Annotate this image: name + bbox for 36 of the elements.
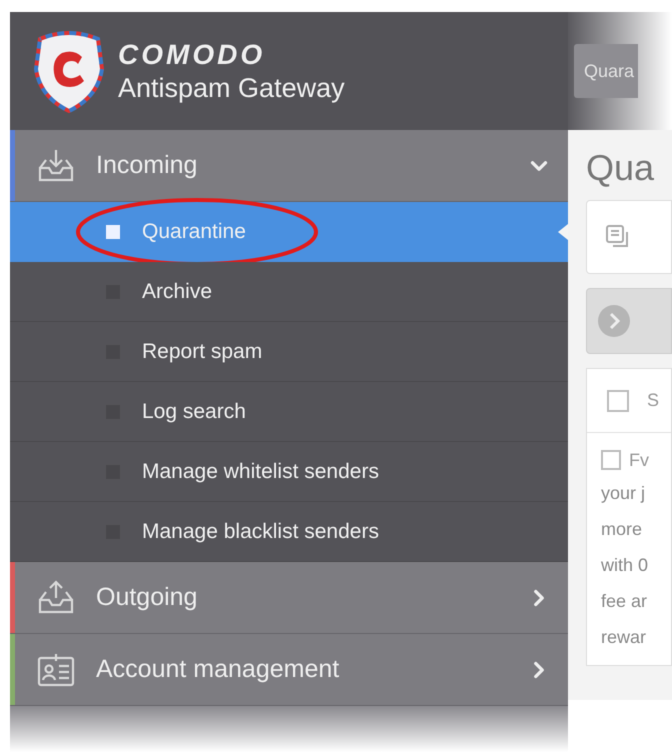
inbox-upload-icon: [36, 580, 76, 616]
inbox-download-icon: [36, 148, 76, 184]
item-text-line: with 0: [601, 554, 650, 577]
item-text-line: rewar: [601, 626, 648, 649]
item-checkbox[interactable]: [601, 450, 621, 470]
nav-subitem-label: Archive: [142, 278, 212, 305]
item-title: Fv: [629, 448, 649, 472]
contact-card-icon: [36, 652, 76, 688]
nav-subitem[interactable]: Report spam: [10, 322, 568, 382]
select-all-label: S: [647, 389, 660, 412]
item-text-line: your j: [601, 482, 646, 505]
nav-group-label: Outgoing: [96, 582, 198, 613]
item-text-line: fee ar: [601, 590, 648, 613]
copy-icon: [605, 224, 631, 250]
brand-name: COMODO: [118, 38, 266, 72]
nav-group-label: Account management: [96, 654, 340, 685]
bullet-square-icon: [106, 225, 120, 239]
select-all-checkbox[interactable]: [607, 390, 629, 412]
product-name: Antispam Gateway: [118, 72, 345, 105]
nav-group-label: Incoming: [96, 150, 198, 181]
nav-subitem-label: Manage whitelist senders: [142, 458, 379, 485]
item-text-line: more: [601, 518, 644, 541]
nav-group[interactable]: Account management: [10, 634, 568, 706]
nav-group[interactable]: Outgoing: [10, 562, 568, 634]
nav-subitem-label: Quarantine: [142, 219, 246, 246]
shield-logo-icon: [32, 29, 106, 113]
nav-group[interactable]: Incoming: [10, 130, 568, 202]
page-title: Qua: [586, 150, 656, 186]
nav-subitem-label: Manage blacklist senders: [142, 518, 379, 545]
nav-subitem-label: Log search: [142, 398, 246, 425]
nav-subitem-label: Report spam: [142, 338, 262, 365]
nav-subitem[interactable]: Manage blacklist senders: [10, 502, 568, 562]
nav-subitem[interactable]: Manage whitelist senders: [10, 442, 568, 502]
arrow-button[interactable]: [586, 288, 672, 354]
nav-subitem[interactable]: Log search: [10, 382, 568, 442]
nav-subitem[interactable]: Archive: [10, 262, 568, 322]
